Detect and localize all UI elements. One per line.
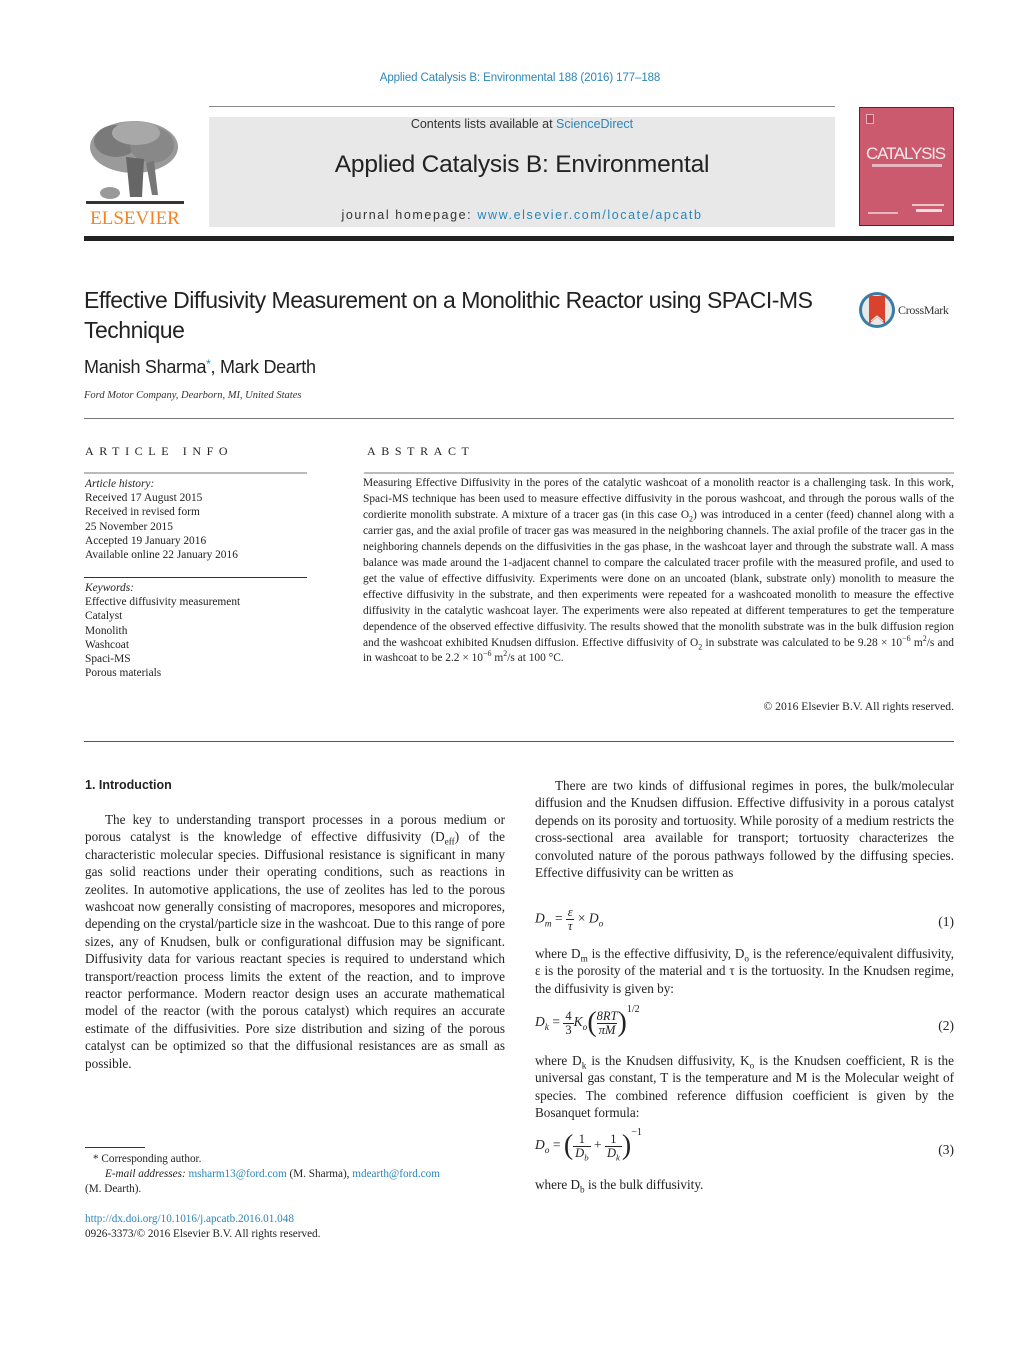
body-paragraph: where Dk is the Knudsen diffusivity, Ko … xyxy=(535,1053,954,1121)
abstract-heading: ABSTRACT xyxy=(367,444,475,458)
equation-number: (2) xyxy=(938,1018,954,1033)
author-name[interactable]: Manish Sharma xyxy=(84,357,206,377)
keyword-item: Washcoat xyxy=(85,638,129,651)
email-owner: (M. Sharma), xyxy=(286,1168,353,1180)
journal-name: Applied Catalysis B: Environmental xyxy=(334,151,710,178)
body-paragraph: where Dm is the effective diffusivity, D… xyxy=(535,946,954,996)
header-thick-rule xyxy=(84,236,954,241)
history-label: Article history: xyxy=(85,478,155,490)
divider xyxy=(84,577,307,578)
cover-footer-line xyxy=(868,212,898,214)
elsevier-logo[interactable]: ELSEVIER xyxy=(84,113,186,229)
keyword-item: Porous materials xyxy=(85,667,162,680)
history-item: Accepted 19 January 2016 xyxy=(85,534,207,547)
keyword-item: Effective diffusivity measurement xyxy=(85,596,241,609)
email-line: E-mail addresses: msharm13@ford.com (M. … xyxy=(85,1167,505,1182)
intro-paragraph: The key to understanding transport proce… xyxy=(85,812,505,1071)
keywords-label: Keywords: xyxy=(85,582,134,594)
doi-link[interactable]: http://dx.doi.org/10.1016/j.apcatb.2016.… xyxy=(85,1212,320,1227)
footnote-divider xyxy=(85,1147,145,1148)
journal-homepage-link[interactable]: www.elsevier.com/locate/apcatb xyxy=(477,208,702,222)
journal-cover-image[interactable]: CATALYSIS xyxy=(859,107,954,226)
divider xyxy=(84,741,954,742)
header-divider xyxy=(209,106,835,107)
journal-reference-link[interactable]: Applied Catalysis B: Environmental 188 (… xyxy=(0,72,1020,84)
history-item: 25 November 2015 xyxy=(85,520,173,533)
equation-number: (1) xyxy=(938,914,954,929)
author-list: Manish Sharma*, Mark Dearth xyxy=(84,357,316,378)
history-item: Available online 22 January 2016 xyxy=(85,549,238,562)
email-label: E-mail addresses: xyxy=(105,1168,189,1180)
equation-3: Do = (1 Db + 1 Dk)−1 (3) xyxy=(535,1127,954,1162)
journal-header-box: Contents lists available at ScienceDirec… xyxy=(209,117,835,227)
cover-footer-logo xyxy=(916,209,942,212)
elsevier-wordmark: ELSEVIER xyxy=(90,208,180,229)
keyword-item: Spaci-MS xyxy=(85,653,131,666)
crossmark-icon xyxy=(859,292,895,328)
article-title: Effective Diffusivity Measurement on a M… xyxy=(84,287,813,343)
issn-copyright: 0926-3373/© 2016 Elsevier B.V. All right… xyxy=(85,1228,321,1240)
corresponding-author-note: * Corresponding author. xyxy=(93,1153,202,1165)
email-link-sharma[interactable]: msharm13@ford.com xyxy=(188,1168,286,1180)
email-link-dearth[interactable]: mdearth@ford.com xyxy=(352,1168,440,1180)
body-paragraph: where Db is the bulk diffusivity. xyxy=(535,1177,704,1195)
homepage-prefix: journal homepage: xyxy=(341,208,478,222)
homepage-line: journal homepage: www.elsevier.com/locat… xyxy=(209,208,835,222)
equation-1: Dm = ετ × Do (1) xyxy=(535,905,954,933)
cover-title: CATALYSIS xyxy=(866,144,946,163)
author-name[interactable]: Mark Dearth xyxy=(220,357,316,377)
cover-logo-icon xyxy=(866,114,874,124)
abstract-copyright: © 2016 Elsevier B.V. All rights reserved… xyxy=(763,700,954,713)
cover-subtitle-bar xyxy=(872,164,942,167)
section-heading-introduction: 1. Introduction xyxy=(85,778,172,792)
sciencedirect-link[interactable]: ScienceDirect xyxy=(556,117,633,131)
divider xyxy=(84,418,954,419)
divider xyxy=(364,472,954,474)
body-paragraph: There are two kinds of diffusional regim… xyxy=(535,778,954,881)
cover-footer-line xyxy=(912,204,944,206)
contents-prefix: Contents lists available at xyxy=(410,117,557,131)
keywords: Keywords: Effective diffusivity measurem… xyxy=(85,581,315,680)
equation-2: Dk = 4 3 Ko(8RT πM)1/2 (2) xyxy=(535,1004,954,1038)
keyword-item: Catalyst xyxy=(85,610,123,623)
keyword-item: Monolith xyxy=(85,624,128,637)
footnote: * Corresponding author. E-mail addresses… xyxy=(85,1152,505,1197)
article-info-heading: ARTICLE INFO xyxy=(85,444,234,458)
history-item: Received in revised form xyxy=(85,506,200,519)
affiliation: Ford Motor Company, Dearborn, MI, United… xyxy=(84,390,302,401)
email-owner: (M. Dearth). xyxy=(85,1183,142,1195)
history-item: Received 17 August 2015 xyxy=(85,492,203,505)
equation-number: (3) xyxy=(938,1142,954,1157)
author-separator: , xyxy=(210,357,220,377)
crossmark-label: CrossMark xyxy=(898,303,949,317)
divider xyxy=(84,472,307,474)
doi-block: http://dx.doi.org/10.1016/j.apcatb.2016.… xyxy=(85,1212,320,1242)
crossmark-button[interactable]: CrossMark xyxy=(858,291,958,329)
contents-line: Contents lists available at ScienceDirec… xyxy=(209,117,835,131)
elsevier-tree-icon xyxy=(86,117,184,209)
article-history: Article history: Received 17 August 2015… xyxy=(85,477,315,562)
abstract-text: Measuring Effective Diffusivity in the p… xyxy=(363,477,954,665)
